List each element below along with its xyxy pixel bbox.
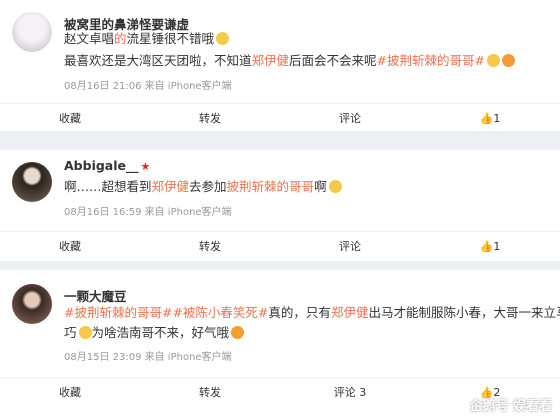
comment-button[interactable]: 评论 3 — [280, 378, 420, 408]
collect-button[interactable]: 收藏 — [0, 232, 140, 262]
comment-card: Abbigale__ ★ 啊……超想看到郑伊健去参加披荆斩棘的哥哥啊 08月16日… — [0, 150, 560, 261]
action-bar: 收藏 转发 评论 👍1 — [0, 103, 560, 133]
hashtag-link[interactable]: #披荆斩棘的哥哥# — [377, 53, 485, 68]
mention-link[interactable]: 郑伊健 — [252, 53, 290, 68]
heart-eyes-emoji-icon — [502, 54, 515, 67]
text-segment: 最喜欢还是大湾区天团啦，不知道 — [64, 53, 252, 68]
comment-text-line: 赵文卓唱的流星锤很不错哦 — [64, 30, 230, 48]
share-button[interactable]: 转发 — [140, 378, 280, 408]
text-segment: 巧 — [64, 325, 77, 340]
action-bar: 收藏 转发 评论 👍1 — [0, 231, 560, 261]
text-segment: 啊……超想看到 — [64, 179, 152, 194]
angry-emoji-icon — [231, 326, 245, 339]
mention-link[interactable]: 郑伊健 — [331, 305, 369, 320]
username[interactable]: 一颗大魔豆 — [64, 286, 127, 305]
username-link[interactable]: Abbigale__ — [64, 158, 139, 173]
emoji-icon — [216, 32, 230, 45]
text-segment: 的 — [114, 31, 127, 46]
thumbs-up-icon: 👍 — [479, 112, 494, 125]
share-button[interactable]: 转发 — [140, 104, 280, 134]
timestamp-source: 08月16日 21:06 来自 iPhone客户端 — [64, 81, 232, 92]
text-segment: ，只有 — [293, 305, 331, 320]
like-count: 1 — [493, 112, 501, 125]
comment-button[interactable]: 评论 — [280, 104, 420, 134]
text-segment: 流星锤很不错哦 — [126, 31, 215, 46]
username: Abbigale__ ★ — [64, 158, 150, 173]
avatar[interactable] — [12, 12, 52, 52]
text-segment: 后面会不会来呢 — [289, 53, 377, 68]
comment-text-line: 巧为啥浩南哥不来，好气哦 — [64, 324, 245, 342]
like-count: 1 — [493, 240, 501, 253]
laughing-emoji-icon — [328, 180, 342, 193]
text-segment: 出马才能制服陈小春，大哥一来立马乖 — [368, 305, 560, 320]
share-button[interactable]: 转发 — [140, 232, 280, 262]
emoji-icon — [487, 54, 500, 67]
avatar[interactable] — [12, 284, 52, 324]
hashtag-link[interactable]: #披荆斩棘的哥哥##被陈小春笑死# — [64, 305, 268, 320]
comment-card: 一颗大魔豆 #披荆斩棘的哥哥##被陈小春笑死#真的，只有郑伊健出马才能制服陈小春… — [0, 270, 560, 420]
watermark: 企鹅号 娱看看 — [469, 399, 552, 414]
like-button[interactable]: 👍1 — [420, 232, 560, 262]
text-segment: 真的 — [268, 305, 294, 320]
text-segment: 去参加 — [189, 179, 227, 194]
crown-icon: ★ — [140, 160, 151, 173]
comment-text-line: #披荆斩棘的哥哥##被陈小春笑死#真的，只有郑伊健出马才能制服陈小春，大哥一来立… — [64, 304, 560, 322]
comment-button[interactable]: 评论 — [280, 232, 420, 262]
mention-link[interactable]: 郑伊健 — [152, 179, 190, 194]
comment-text-line: 啊……超想看到郑伊健去参加披荆斩棘的哥哥啊 — [64, 178, 342, 196]
timestamp-source: 08月16日 16:59 来自 iPhone客户端 — [64, 207, 232, 218]
thumbs-up-icon: 👍 — [479, 240, 494, 253]
collect-button[interactable]: 收藏 — [0, 104, 140, 134]
text-segment: 赵文卓唱 — [64, 31, 115, 46]
emoji-icon — [78, 326, 92, 339]
collect-button[interactable]: 收藏 — [0, 378, 140, 408]
hashtag-link[interactable]: 披荆斩棘的哥哥 — [227, 179, 315, 194]
text-segment: 啊 — [314, 179, 327, 194]
avatar[interactable] — [12, 162, 52, 202]
like-button[interactable]: 👍1 — [420, 104, 560, 134]
text-segment: 为啥浩南哥不来，好气哦 — [91, 325, 230, 340]
timestamp-source: 08月15日 23:09 来自 iPhone客户端 — [64, 352, 232, 363]
comment-card: 被窝里的鼻涕怪要谦虚 赵文卓唱的流星锤很不错哦 最喜欢还是大湾区天团啦，不知道郑… — [0, 0, 560, 131]
comment-text-line: 最喜欢还是大湾区天团啦，不知道郑伊健后面会不会来呢#披荆斩棘的哥哥# — [64, 52, 515, 70]
